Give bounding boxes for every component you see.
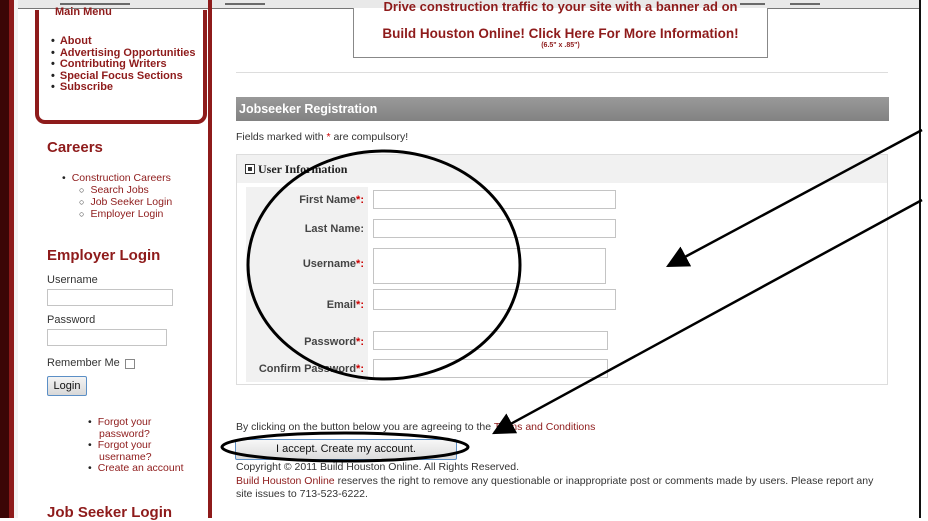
forgot-username-line1: Forgot your [97, 439, 152, 451]
create-account-link[interactable]: Create an account [88, 462, 184, 475]
main-menu-list: About Advertising Opportunities Contribu… [51, 35, 196, 94]
username-label: Username [47, 274, 98, 286]
first-name-input[interactable] [373, 190, 616, 209]
password-field-input[interactable] [373, 331, 608, 350]
construction-careers-link[interactable]: Construction Careers [62, 172, 172, 184]
menu-item-about[interactable]: About [51, 35, 196, 48]
login-button[interactable]: Login [47, 376, 87, 396]
username-required: *: [356, 258, 364, 270]
label-column: First Name*: Last Name: Username*: Email… [246, 187, 368, 382]
note-prefix: Fields marked with [236, 131, 327, 143]
confirm-password-label: Confirm Password*: [259, 363, 364, 375]
required-note: Fields marked with * are compulsory! [236, 131, 408, 143]
password-field-label: Password*: [304, 336, 364, 348]
employer-login-heading: Employer Login [47, 247, 161, 264]
forgot-password-link[interactable]: Forgot yourpassword? [88, 416, 184, 440]
main-menu-title: Main Menu [55, 6, 112, 18]
terms-link[interactable]: Terms and Conditions [494, 421, 596, 433]
email-input[interactable] [373, 289, 616, 310]
terms-prefix: By clicking on the button below you are … [236, 421, 494, 433]
site-name-link[interactable]: Build Houston Online [236, 475, 335, 487]
registration-header: Jobseeker Registration [236, 97, 889, 121]
terms-notice: By clicking on the button below you are … [236, 421, 595, 433]
password-required: *: [356, 336, 364, 348]
banner-size: (6.5" x .85") [541, 42, 580, 49]
search-jobs-link[interactable]: Search Jobs [62, 184, 172, 196]
advertising-banner[interactable]: Drive construction traffic to your site … [353, 0, 768, 58]
username-field-label: Username*: [303, 258, 364, 270]
divider-line [236, 72, 888, 73]
left-border-dark [0, 0, 9, 518]
username-label-text: Username [302, 258, 357, 270]
menu-item-subscribe[interactable]: Subscribe [51, 81, 196, 94]
fieldset-legend: User Information [237, 155, 887, 183]
confirm-password-label-text: Confirm Password [258, 363, 357, 375]
sidebar-divider [208, 0, 212, 518]
first-name-label: First Name*: [299, 194, 364, 206]
job-seeker-login-heading: Job Seeker Login [47, 504, 173, 521]
email-label: Email*: [327, 299, 364, 311]
username-input[interactable] [47, 289, 173, 306]
password-label: Password [47, 314, 96, 326]
remember-me-checkbox[interactable] [125, 359, 135, 369]
main-menu-box: Main Menu About Advertising Opportunitie… [35, 6, 207, 124]
top-bar-segment [225, 3, 265, 5]
legend-title: User Information [258, 162, 348, 176]
note-suffix: are compulsory! [330, 131, 409, 143]
account-help-list: Forgot yourpassword? Forgot yourusername… [88, 416, 184, 475]
confirm-password-required: *: [356, 363, 364, 375]
password-label-text: Password [304, 336, 357, 348]
first-name-label-text: First Name [299, 194, 357, 206]
copyright-text: Copyright © 2011 Build Houston Online. A… [236, 461, 520, 473]
last-name-label-text: Last Name: [304, 223, 364, 235]
create-account-button[interactable]: I accept. Create my account. [235, 439, 457, 460]
remember-me-label: Remember Me [47, 357, 120, 369]
banner-title: Build Houston Online! Click Here For Mor… [382, 26, 739, 41]
top-bar-segment [60, 3, 130, 5]
forgot-username-link[interactable]: Forgot yourusername? [88, 439, 184, 463]
password-input[interactable] [47, 329, 167, 346]
email-label-text: Email [326, 299, 357, 311]
first-name-required: *: [356, 194, 364, 206]
confirm-password-input[interactable] [373, 359, 608, 378]
right-border [919, 0, 928, 518]
last-name-label: Last Name: [305, 223, 364, 235]
collapse-icon[interactable] [245, 164, 255, 174]
job-seeker-login-link[interactable]: Job Seeker Login [62, 196, 172, 208]
disclaimer-text: Build Houston Online reserves the right … [236, 475, 888, 501]
forgot-password-line1: Forgot your [97, 416, 152, 428]
menu-item-contributing-writers[interactable]: Contributing Writers [51, 58, 196, 71]
username-field-input[interactable] [373, 248, 606, 284]
user-information-fieldset: User Information First Name*: Last Name:… [236, 154, 888, 385]
last-name-input[interactable] [373, 219, 616, 238]
employer-login-link[interactable]: Employer Login [62, 208, 172, 220]
email-required: *: [356, 299, 364, 311]
banner-cut-text: Drive construction traffic to your site … [383, 0, 738, 14]
top-bar-segment [790, 3, 820, 5]
careers-list: Construction Careers Search Jobs Job See… [62, 172, 172, 220]
left-border-gap [14, 0, 18, 518]
careers-heading: Careers [47, 139, 103, 156]
